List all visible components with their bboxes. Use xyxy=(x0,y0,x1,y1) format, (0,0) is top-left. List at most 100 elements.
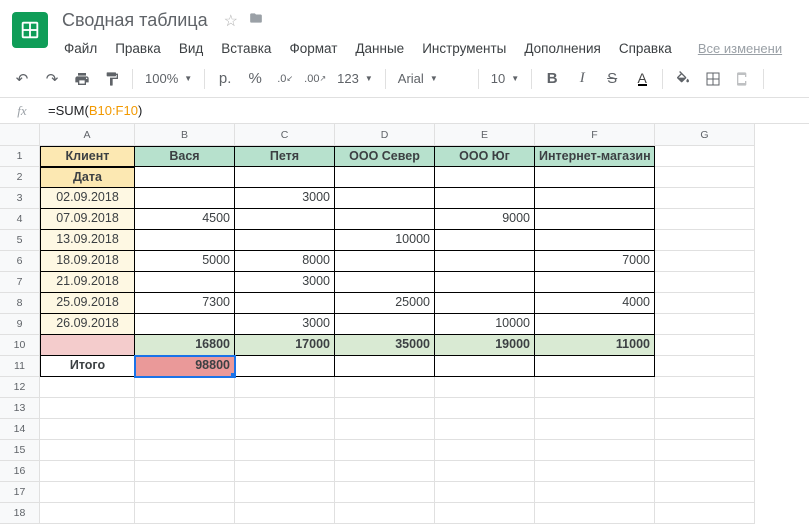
sheets-logo[interactable] xyxy=(12,12,48,48)
cell[interactable] xyxy=(535,377,655,398)
row-header[interactable]: 18 xyxy=(0,503,40,524)
row-header[interactable]: 3 xyxy=(0,188,40,209)
cell[interactable] xyxy=(655,314,755,335)
cell[interactable] xyxy=(40,377,135,398)
font-dropdown[interactable]: Arial▼ xyxy=(392,66,472,92)
cell[interactable]: 26.09.2018 xyxy=(40,314,135,335)
cell[interactable] xyxy=(135,272,235,293)
cell[interactable]: 21.09.2018 xyxy=(40,272,135,293)
cell[interactable]: 16800 xyxy=(135,335,235,356)
cell[interactable] xyxy=(135,314,235,335)
row-header[interactable]: 8 xyxy=(0,293,40,314)
col-header[interactable]: D xyxy=(335,124,435,146)
percent-button[interactable]: % xyxy=(241,65,269,93)
cell[interactable] xyxy=(435,503,535,524)
cell[interactable] xyxy=(655,398,755,419)
cell[interactable]: Дата xyxy=(40,167,135,188)
cell[interactable] xyxy=(135,461,235,482)
cell[interactable]: Вася xyxy=(135,146,235,167)
currency-button[interactable]: р. xyxy=(211,65,239,93)
cell[interactable] xyxy=(655,209,755,230)
cell[interactable] xyxy=(335,377,435,398)
cell[interactable] xyxy=(535,167,655,188)
cell[interactable] xyxy=(435,251,535,272)
bold-button[interactable]: B xyxy=(538,65,566,93)
cell[interactable]: Интернет-магазин xyxy=(535,146,655,167)
menu-insert[interactable]: Вставка xyxy=(213,37,279,60)
text-color-button[interactable]: A xyxy=(628,65,656,93)
cell[interactable] xyxy=(335,356,435,377)
folder-icon[interactable] xyxy=(248,11,264,30)
cell[interactable] xyxy=(535,503,655,524)
row-header[interactable]: 6 xyxy=(0,251,40,272)
cell[interactable] xyxy=(335,440,435,461)
cell[interactable] xyxy=(535,188,655,209)
cell[interactable] xyxy=(535,461,655,482)
row-header[interactable]: 12 xyxy=(0,377,40,398)
menu-tools[interactable]: Инструменты xyxy=(414,37,514,60)
cell[interactable]: ООО Север xyxy=(335,146,435,167)
cell[interactable] xyxy=(535,356,655,377)
cell[interactable]: 4000 xyxy=(535,293,655,314)
cell[interactable] xyxy=(40,335,135,356)
cell[interactable] xyxy=(535,272,655,293)
decimal-decrease-button[interactable]: .0↙ xyxy=(271,65,299,93)
col-header[interactable]: B xyxy=(135,124,235,146)
fill-color-button[interactable] xyxy=(669,65,697,93)
decimal-increase-button[interactable]: .00↗ xyxy=(301,65,329,93)
row-header[interactable]: 11 xyxy=(0,356,40,377)
cell[interactable]: 18.09.2018 xyxy=(40,251,135,272)
row-header[interactable]: 13 xyxy=(0,398,40,419)
cell[interactable]: 7300 xyxy=(135,293,235,314)
cell[interactable] xyxy=(235,440,335,461)
cell[interactable] xyxy=(655,377,755,398)
cell[interactable]: 02.09.2018 xyxy=(40,188,135,209)
row-header[interactable]: 16 xyxy=(0,461,40,482)
cell[interactable] xyxy=(235,503,335,524)
cell[interactable] xyxy=(655,272,755,293)
cell[interactable] xyxy=(535,209,655,230)
strikethrough-button[interactable]: S xyxy=(598,65,626,93)
cell[interactable] xyxy=(435,482,535,503)
cell[interactable] xyxy=(655,167,755,188)
cell[interactable] xyxy=(535,419,655,440)
changes-link[interactable]: Все изменени xyxy=(698,41,782,56)
cell[interactable] xyxy=(655,419,755,440)
cell[interactable]: 98800 xyxy=(135,356,235,377)
cell[interactable]: 25000 xyxy=(335,293,435,314)
cell[interactable] xyxy=(135,188,235,209)
cell[interactable] xyxy=(435,440,535,461)
cell[interactable]: 10000 xyxy=(335,230,435,251)
row-header[interactable]: 2 xyxy=(0,167,40,188)
cell[interactable] xyxy=(40,482,135,503)
doc-title[interactable]: Сводная таблица xyxy=(56,8,214,33)
cell[interactable]: ООО Юг xyxy=(435,146,535,167)
cell[interactable] xyxy=(435,293,535,314)
cell[interactable]: 35000 xyxy=(335,335,435,356)
row-header[interactable]: 9 xyxy=(0,314,40,335)
spreadsheet-grid[interactable]: 1 2 3 4 5 6 7 8 9 10 11 12 13 14 15 16 1… xyxy=(0,124,809,524)
cell[interactable]: Итого xyxy=(40,356,135,377)
col-header[interactable]: C xyxy=(235,124,335,146)
cell[interactable] xyxy=(655,482,755,503)
more-formats-dropdown[interactable]: 123▼ xyxy=(331,66,379,92)
borders-button[interactable] xyxy=(699,65,727,93)
cell[interactable] xyxy=(235,377,335,398)
cell[interactable] xyxy=(655,356,755,377)
cell[interactable] xyxy=(40,398,135,419)
cell[interactable]: 11000 xyxy=(535,335,655,356)
menu-file[interactable]: Файл xyxy=(56,37,105,60)
row-header[interactable]: 4 xyxy=(0,209,40,230)
star-icon[interactable]: ☆ xyxy=(224,11,238,31)
print-icon[interactable] xyxy=(68,65,96,93)
cell[interactable] xyxy=(235,461,335,482)
cell[interactable] xyxy=(235,167,335,188)
menu-edit[interactable]: Правка xyxy=(107,37,169,60)
cell[interactable]: 8000 xyxy=(235,251,335,272)
cell[interactable] xyxy=(535,314,655,335)
cell[interactable] xyxy=(335,209,435,230)
formula-input[interactable]: =SUM(B10:F10) xyxy=(44,103,809,118)
cell[interactable] xyxy=(335,503,435,524)
cell[interactable] xyxy=(40,419,135,440)
cell[interactable] xyxy=(655,146,755,167)
